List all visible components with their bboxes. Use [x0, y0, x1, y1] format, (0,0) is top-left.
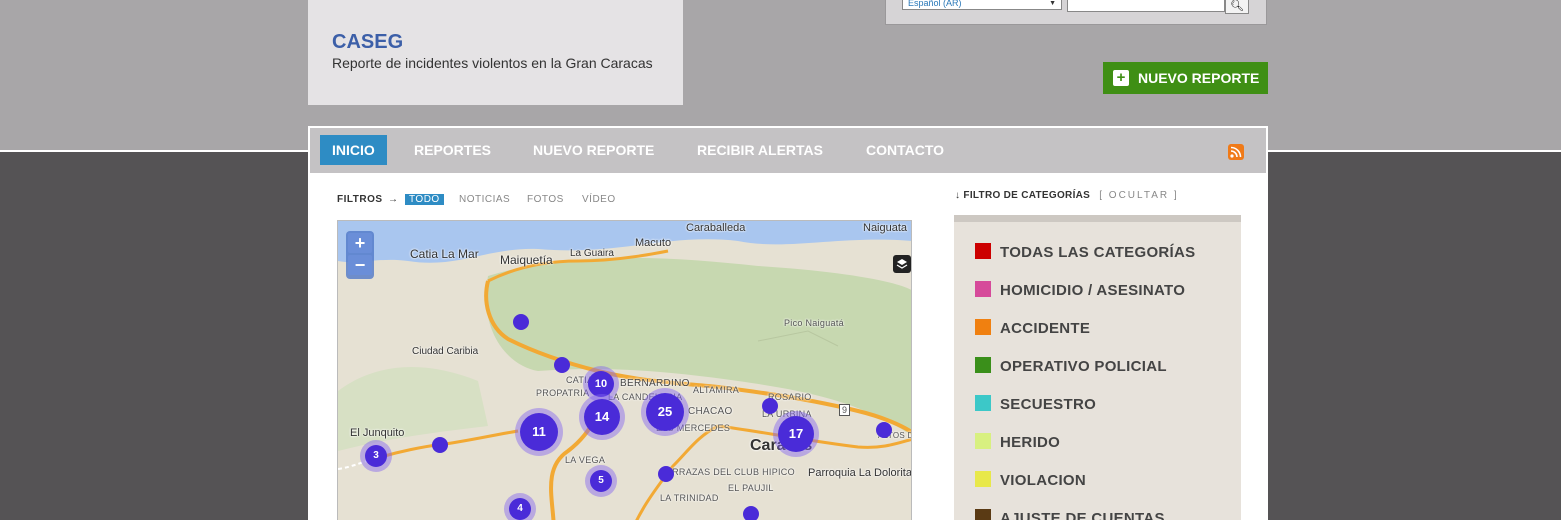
- filter-fotos[interactable]: FOTOS: [527, 194, 564, 205]
- layers-icon[interactable]: [893, 255, 911, 273]
- incident-marker[interactable]: [876, 422, 892, 438]
- category-filter-header: ↓ FILTRO DE CATEGORÍAS [ OCULTAR ]: [955, 190, 1179, 201]
- nav-item-nuevo-reporte[interactable]: NUEVO REPORTE: [521, 135, 666, 165]
- category-item[interactable]: HERIDO: [975, 433, 1060, 451]
- category-label: AJUSTE DE CUENTAS: [1000, 510, 1165, 520]
- incident-cluster[interactable]: 11: [520, 413, 558, 451]
- map-label: LA TRINIDAD: [660, 493, 719, 503]
- zoom-in-button[interactable]: +: [348, 233, 372, 253]
- map-label: BERNARDINO: [620, 378, 690, 389]
- map-label: 9: [839, 404, 851, 416]
- category-item[interactable]: AJUSTE DE CUENTAS: [975, 509, 1165, 520]
- map-label: Ciudad Caribia: [412, 346, 479, 357]
- map-label: Caraballeda: [686, 222, 746, 234]
- map-label: EL PAUJIL: [728, 483, 774, 493]
- category-label: SECUESTRO: [1000, 396, 1097, 413]
- filter-todo[interactable]: TODO: [405, 194, 444, 205]
- site-subtitle: Reporte de incidentes violentos en la Gr…: [332, 55, 653, 71]
- category-item[interactable]: SECUESTRO: [975, 395, 1096, 413]
- incident-cluster[interactable]: 14: [584, 399, 620, 435]
- category-swatch: [975, 433, 991, 449]
- incident-cluster[interactable]: 5: [590, 470, 612, 492]
- map-label: LA VEGA: [565, 455, 606, 465]
- arrow-right-icon: →: [388, 194, 399, 205]
- category-label: HERIDO: [1000, 434, 1061, 451]
- category-label: HOMICIDIO / ASESINATO: [1000, 282, 1186, 299]
- map-label: Maiquetía: [500, 253, 553, 267]
- category-item[interactable]: VIOLACION: [975, 471, 1086, 489]
- filter-noticias[interactable]: NOTICIAS: [459, 194, 510, 205]
- category-swatch: [975, 357, 991, 373]
- category-item[interactable]: HOMICIDIO / ASESINATO: [975, 281, 1185, 299]
- map-label: Naiguata: [863, 222, 908, 234]
- nav-item-recibir-alertas[interactable]: RECIBIR ALERTAS: [685, 135, 835, 165]
- map-label: TERRAZAS DEL CLUB HIPICO: [660, 467, 795, 477]
- category-item[interactable]: ACCIDENTE: [975, 319, 1090, 337]
- incident-marker[interactable]: [513, 314, 529, 330]
- category-item[interactable]: OPERATIVO POLICIAL: [975, 357, 1167, 375]
- map-label: Pico Naiguatá: [784, 318, 844, 328]
- category-swatch: [975, 319, 991, 335]
- search-button[interactable]: 🔍︎: [1225, 0, 1249, 14]
- language-select-value: Español (AR): [908, 0, 962, 8]
- incident-marker[interactable]: [762, 398, 778, 414]
- map-label: PROPATRIA: [536, 388, 590, 398]
- nav-item-reportes[interactable]: REPORTES: [402, 135, 503, 165]
- zoom-out-button[interactable]: −: [348, 255, 372, 275]
- incident-cluster[interactable]: 10: [588, 371, 614, 397]
- map-label: Catia La Mar: [410, 247, 479, 261]
- map-label: La Guaira: [570, 248, 614, 259]
- filter-video[interactable]: VÍDEO: [582, 194, 616, 205]
- incident-cluster[interactable]: 3: [365, 445, 387, 467]
- map-label: CHACAO: [688, 406, 733, 417]
- incident-cluster[interactable]: 4: [509, 498, 531, 520]
- nav-item-contacto[interactable]: CONTACTO: [854, 135, 956, 165]
- search-input[interactable]: [1067, 0, 1225, 12]
- search-icon: 🔍︎: [1230, 0, 1244, 12]
- map-label: ALTAMIRA: [693, 385, 740, 395]
- rss-icon[interactable]: [1228, 144, 1244, 160]
- category-label: VIOLACION: [1000, 472, 1087, 489]
- map-label: Macuto: [635, 237, 672, 249]
- category-swatch: [975, 243, 991, 259]
- arrow-down-icon: ↓: [955, 190, 961, 201]
- zoom-control: + −: [346, 231, 374, 279]
- filters-label: FILTROS: [337, 194, 383, 205]
- plus-icon: +: [1113, 70, 1129, 86]
- incident-marker[interactable]: [432, 437, 448, 453]
- map-label: El Junquito: [350, 427, 405, 439]
- main-nav: INICIO REPORTES NUEVO REPORTE RECIBIR AL…: [310, 128, 1266, 173]
- category-label: OPERATIVO POLICIAL: [1000, 358, 1167, 375]
- category-label: ACCIDENTE: [1000, 320, 1091, 337]
- category-swatch: [975, 395, 991, 411]
- incident-marker[interactable]: [658, 466, 674, 482]
- incident-marker[interactable]: [554, 357, 570, 373]
- category-swatch: [975, 281, 991, 297]
- site-title[interactable]: CASEG: [332, 31, 403, 54]
- category-filter-title: FILTRO DE CATEGORÍAS: [963, 190, 1091, 201]
- incident-map[interactable]: + − Caraballeda Naiguata Macuto Catia La…: [337, 220, 912, 520]
- incident-marker[interactable]: [743, 506, 759, 520]
- category-swatch: [975, 471, 991, 487]
- nav-item-inicio[interactable]: INICIO: [320, 135, 387, 165]
- incident-cluster[interactable]: 25: [646, 393, 684, 431]
- main-content: INICIO REPORTES NUEVO REPORTE RECIBIR AL…: [308, 126, 1268, 520]
- category-item[interactable]: TODAS LAS CATEGORÍAS: [975, 243, 1195, 261]
- brand-box: CASEG Reporte de incidentes violentos en…: [308, 0, 683, 105]
- category-swatch: [975, 509, 991, 520]
- category-label: TODAS LAS CATEGORÍAS: [1000, 244, 1196, 261]
- chevron-down-icon: ▼: [1049, 0, 1056, 7]
- incident-cluster[interactable]: 17: [778, 416, 814, 452]
- new-report-label: NUEVO REPORTE: [1138, 70, 1260, 86]
- hide-categories-link[interactable]: [ OCULTAR ]: [1099, 190, 1178, 201]
- category-list: TODAS LAS CATEGORÍAS HOMICIDIO / ASESINA…: [954, 215, 1241, 520]
- language-select[interactable]: Español (AR) ▼: [902, 0, 1062, 10]
- map-label: Parroquia La Dolorita: [808, 467, 912, 479]
- new-report-button[interactable]: + NUEVO REPORTE: [1103, 62, 1268, 94]
- search-bar: Español (AR) ▼ 🔍︎: [885, 0, 1267, 25]
